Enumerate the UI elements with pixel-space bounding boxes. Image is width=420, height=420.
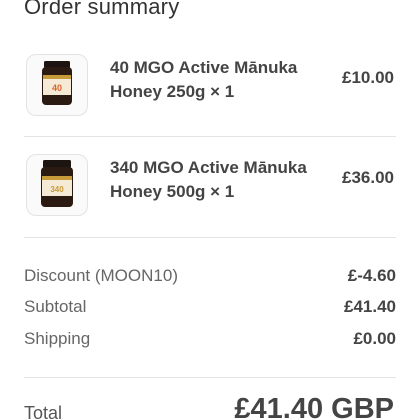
order-summary-panel: Order summary 40 40 MGO Active Mānuka Ho… bbox=[0, 0, 420, 420]
order-line-item: 340 340 MGO Active Mānuka Honey 500g × 1… bbox=[24, 154, 396, 222]
total-value: £41.40 GBP bbox=[234, 393, 394, 420]
honey-jar-icon: 40 bbox=[27, 55, 87, 115]
honey-jar-icon: 340 bbox=[27, 155, 87, 215]
product-thumbnail: 40 bbox=[26, 54, 88, 116]
discount-row: Discount (MOON10) £-4.60 bbox=[24, 264, 396, 288]
discount-value: £-4.60 bbox=[347, 266, 396, 285]
shipping-label: Shipping bbox=[24, 329, 91, 348]
item-name: 40 MGO Active Mānuka Honey 250g × 1 bbox=[110, 58, 298, 101]
shipping-row: Shipping £0.00 bbox=[24, 327, 396, 351]
shipping-value: £0.00 bbox=[353, 329, 396, 348]
jar-label-text: 40 bbox=[52, 83, 62, 93]
item-price: £10.00 bbox=[342, 68, 394, 87]
product-thumbnail: 340 bbox=[26, 154, 88, 216]
divider bbox=[24, 136, 396, 137]
total-label: Total bbox=[24, 403, 63, 420]
subtotal-value: £41.40 bbox=[344, 297, 396, 316]
jar-label-text: 340 bbox=[50, 185, 64, 194]
order-line-item: 40 40 MGO Active Mānuka Honey 250g × 1 £… bbox=[24, 54, 396, 122]
subtotal-row: Subtotal £41.40 bbox=[24, 295, 396, 319]
item-name: 340 MGO Active Mānuka Honey 500g × 1 bbox=[110, 158, 307, 201]
total-row: Total £41.40 GBP bbox=[24, 393, 396, 420]
subtotal-label: Subtotal bbox=[24, 297, 87, 316]
discount-label: Discount (MOON10) bbox=[24, 266, 178, 285]
page-title: Order summary bbox=[24, 0, 180, 19]
item-price: £36.00 bbox=[342, 168, 394, 187]
divider bbox=[24, 237, 396, 238]
divider bbox=[24, 377, 396, 378]
